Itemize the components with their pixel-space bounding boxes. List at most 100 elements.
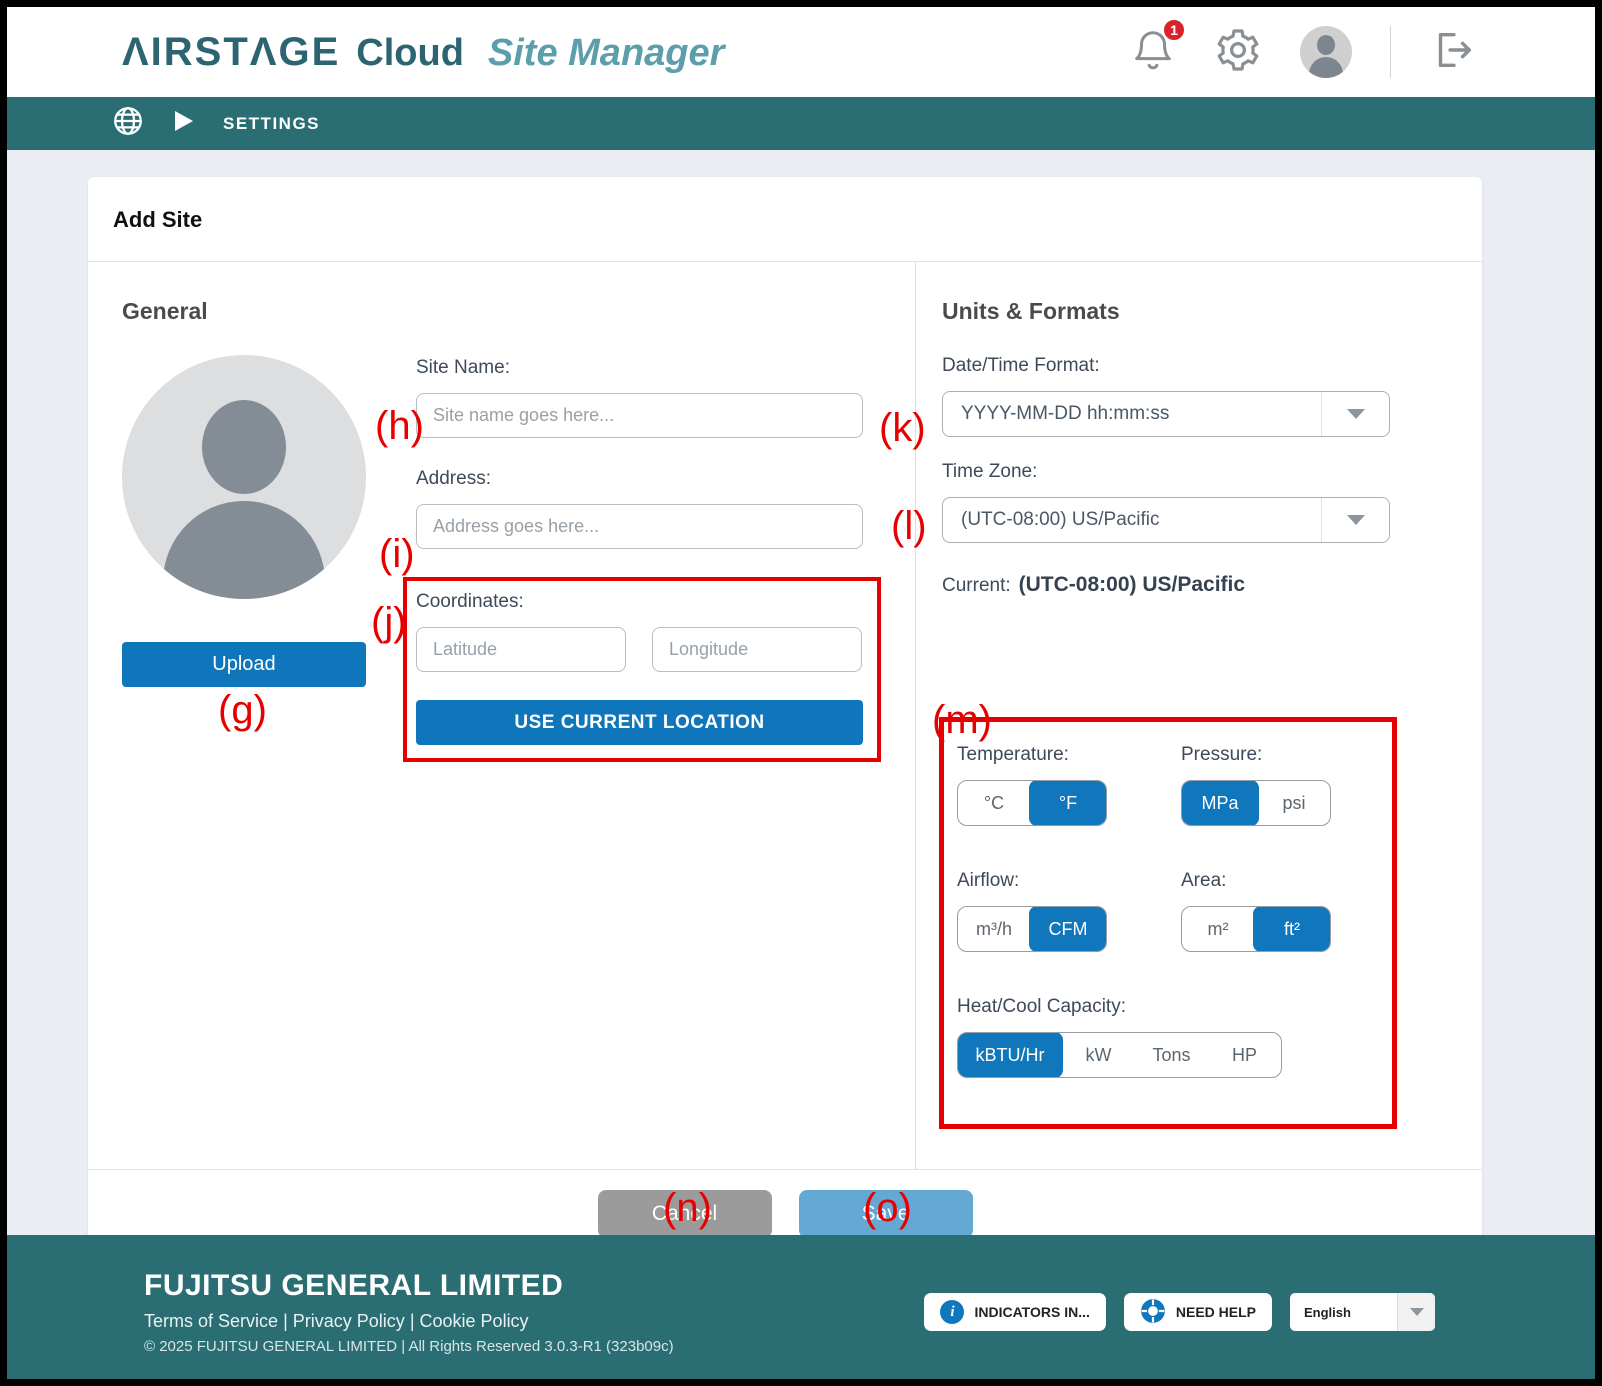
indicators-info-button[interactable]: i INDICATORS IN...: [924, 1293, 1105, 1331]
capacity-unit-group: Heat/Cool Capacity: kBTU/Hr kW Tons HP: [957, 996, 1372, 1078]
timezone-label: Time Zone:: [942, 461, 1482, 483]
datetime-dropdown-arrow[interactable]: [1321, 392, 1389, 436]
pressure-option-mpa[interactable]: MPa: [1181, 780, 1259, 826]
area-label: Area:: [1181, 870, 1372, 892]
upload-button[interactable]: Upload: [122, 642, 366, 687]
cookie-policy-link[interactable]: Cookie Policy: [420, 1311, 529, 1331]
settings-button[interactable]: [1214, 26, 1262, 79]
area-unit-group: Area: m² ft²: [1181, 870, 1372, 952]
user-menu-button[interactable]: [1300, 26, 1352, 78]
datetime-format-select[interactable]: YYYY-MM-DD hh:mm:ss: [942, 391, 1390, 437]
language-value: English: [1290, 1305, 1397, 1320]
notifications-button[interactable]: 1: [1130, 26, 1176, 79]
datetime-format-value: YYYY-MM-DD hh:mm:ss: [943, 403, 1321, 425]
site-image-placeholder: [122, 355, 366, 599]
datetime-format-label: Date/Time Format:: [942, 355, 1482, 377]
units-formats-section: Units & Formats Date/Time Format: YYYY-M…: [915, 262, 1482, 1169]
units-annotation-box: Temperature: °C °F Pressure: MP: [939, 717, 1397, 1129]
annotation-o: (o): [863, 1188, 912, 1228]
capacity-option-kbtu[interactable]: kBTU/Hr: [957, 1032, 1063, 1078]
language-select[interactable]: English: [1290, 1293, 1435, 1331]
address-input[interactable]: [416, 504, 863, 549]
area-toggle: m² ft²: [1181, 906, 1331, 952]
need-help-button-label: NEED HELP: [1176, 1304, 1256, 1320]
pressure-toggle: MPa psi: [1181, 780, 1331, 826]
capacity-toggle: kBTU/Hr kW Tons HP: [957, 1032, 1282, 1078]
brand-airstage: ΛIRSTΛGE: [122, 30, 340, 75]
need-help-button[interactable]: NEED HELP: [1124, 1293, 1272, 1331]
annotation-n: (n): [663, 1188, 712, 1228]
annotation-k: (k): [879, 408, 926, 448]
avatar-head: [202, 400, 286, 494]
avatar-body: [163, 501, 325, 599]
page-title: Add Site: [113, 207, 1457, 233]
add-site-card: Add Site General Upload: [88, 177, 1482, 1257]
breadcrumb-settings[interactable]: SETTINGS: [223, 114, 320, 134]
link-separator: |: [410, 1311, 415, 1331]
current-label: Current:: [942, 575, 1011, 596]
language-dropdown-arrow[interactable]: [1397, 1293, 1435, 1331]
pressure-unit-group: Pressure: MPa psi: [1181, 744, 1372, 826]
capacity-option-kw[interactable]: kW: [1062, 1033, 1135, 1077]
use-current-location-button[interactable]: USE CURRENT LOCATION: [416, 700, 863, 745]
annotation-l: (l): [891, 506, 927, 546]
header-divider: [1390, 26, 1391, 78]
pressure-option-psi[interactable]: psi: [1258, 781, 1330, 825]
annotation-m: (m): [932, 700, 992, 740]
indicators-button-label: INDICATORS IN...: [974, 1304, 1089, 1320]
airflow-option-m3h[interactable]: m³/h: [958, 907, 1030, 951]
units-formats-heading: Units & Formats: [942, 298, 1482, 325]
coordinates-label: Coordinates:: [416, 591, 864, 613]
breadcrumb: SETTINGS: [7, 97, 1595, 150]
link-separator: |: [283, 1311, 288, 1331]
capacity-label: Heat/Cool Capacity:: [957, 996, 1372, 1018]
capacity-option-hp[interactable]: HP: [1208, 1033, 1281, 1077]
footer-copyright: © 2025 FUJITSU GENERAL LIMITED | All Rig…: [144, 1338, 674, 1355]
user-avatar-icon: [1300, 26, 1352, 78]
terms-of-service-link[interactable]: Terms of Service: [144, 1311, 278, 1331]
annotation-g: (g): [218, 690, 267, 730]
current-timezone-line: Current: (UTC-08:00) US/Pacific: [942, 573, 1482, 597]
timezone-select[interactable]: (UTC-08:00) US/Pacific: [942, 497, 1390, 543]
footer-links: Terms of Service | Privacy Policy | Cook…: [144, 1311, 674, 1332]
airflow-toggle: m³/h CFM: [957, 906, 1107, 952]
breadcrumb-arrow-icon: [173, 109, 195, 138]
area-option-m2[interactable]: m²: [1182, 907, 1254, 951]
brand-logo: ΛIRSTΛGE Cloud Site Manager: [122, 30, 724, 75]
footer-company-name: FUJITSU GENERAL LIMITED: [144, 1269, 674, 1303]
site-name-label: Site Name:: [416, 357, 863, 379]
logout-button[interactable]: [1429, 27, 1475, 78]
gear-icon: [1214, 26, 1262, 79]
annotation-j: (j): [371, 602, 407, 642]
area-option-ft2[interactable]: ft²: [1253, 906, 1331, 952]
notification-badge: 1: [1162, 18, 1186, 42]
annotation-h: (h): [375, 406, 424, 446]
general-section: General Upload Site Name:: [88, 262, 915, 1169]
latitude-input[interactable]: [416, 627, 626, 672]
temperature-unit-group: Temperature: °C °F: [957, 744, 1181, 826]
footer: FUJITSU GENERAL LIMITED Terms of Service…: [7, 1235, 1595, 1379]
temperature-option-f[interactable]: °F: [1029, 780, 1107, 826]
longitude-input[interactable]: [652, 627, 862, 672]
lifebuoy-icon: [1140, 1298, 1166, 1327]
site-name-input[interactable]: [416, 393, 863, 438]
temperature-toggle: °C °F: [957, 780, 1107, 826]
temperature-label: Temperature:: [957, 744, 1181, 766]
globe-icon[interactable]: [111, 104, 145, 143]
header-actions: 1: [1130, 26, 1475, 79]
airflow-option-cfm[interactable]: CFM: [1029, 906, 1107, 952]
current-timezone-value: (UTC-08:00) US/Pacific: [1019, 573, 1245, 596]
coordinates-annotation-box: Coordinates: USE CURRENT LOCATION: [403, 577, 881, 762]
top-header: ΛIRSTΛGE Cloud Site Manager 1: [7, 7, 1595, 97]
general-heading: General: [122, 298, 915, 325]
privacy-policy-link[interactable]: Privacy Policy: [293, 1311, 405, 1331]
airflow-label: Airflow:: [957, 870, 1181, 892]
logout-icon: [1429, 27, 1475, 78]
brand-cloud: Cloud: [356, 32, 464, 75]
capacity-option-tons[interactable]: Tons: [1135, 1033, 1208, 1077]
temperature-option-c[interactable]: °C: [958, 781, 1030, 825]
info-icon: i: [940, 1300, 964, 1324]
screenshot-frame: ΛIRSTΛGE Cloud Site Manager 1: [0, 0, 1602, 1386]
brand-product: Site Manager: [488, 32, 725, 75]
timezone-dropdown-arrow[interactable]: [1321, 498, 1389, 542]
